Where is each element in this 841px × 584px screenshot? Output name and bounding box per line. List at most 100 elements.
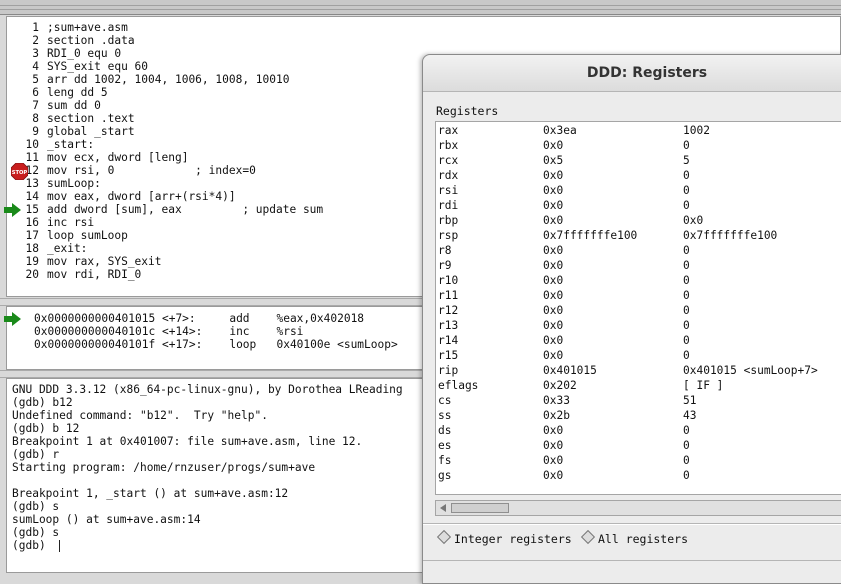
register-natural-value: 0	[683, 334, 690, 347]
dialog-separator	[423, 523, 841, 525]
line-number: 14	[25, 190, 39, 203]
register-raw-value: 0x0	[543, 319, 564, 332]
register-name: rbp	[438, 214, 459, 227]
register-row[interactable]: es 0x0 0	[436, 438, 841, 453]
register-name: eflags	[438, 379, 479, 392]
source-code: RDI_0 equ 0	[47, 47, 122, 60]
register-row[interactable]: rip 0x401015 0x401015 <sumLoop+7>	[436, 363, 841, 378]
source-code: mov rdi, RDI_0	[47, 268, 142, 281]
register-row[interactable]: rax 0x3ea 1002	[436, 123, 841, 138]
source-code: sum dd 0	[47, 99, 101, 112]
console-line: (gdb) b 12	[12, 422, 80, 435]
all-registers-radio[interactable]: All registers	[580, 529, 688, 547]
register-row[interactable]: cs 0x33 51	[436, 393, 841, 408]
register-row[interactable]: rdi 0x0 0	[436, 198, 841, 213]
register-row[interactable]: r10 0x0 0	[436, 273, 841, 288]
register-natural-value: 0	[683, 199, 690, 212]
register-natural-value: 0	[683, 469, 690, 482]
source-code: arr dd 1002, 1004, 1006, 1008, 10010	[47, 73, 290, 86]
source-code: inc rsi	[47, 216, 95, 229]
register-row[interactable]: r15 0x0 0	[436, 348, 841, 363]
register-name: rsi	[438, 184, 459, 197]
register-raw-value: 0x0	[543, 439, 564, 452]
execution-arrow-icon	[4, 312, 21, 326]
register-row[interactable]: r13 0x0 0	[436, 318, 841, 333]
register-natural-value: 0x0	[683, 214, 704, 227]
register-raw-value: 0x0	[543, 304, 564, 317]
register-row[interactable]: rbp 0x0 0x0	[436, 213, 841, 228]
console-line: Breakpoint 1 at 0x401007: file sum+ave.a…	[12, 435, 363, 448]
register-name: cs	[438, 394, 452, 407]
console-line: Undefined command: "b12". Try "help".	[12, 409, 268, 422]
register-name: rdx	[438, 169, 459, 182]
stop-sign-icon[interactable]: STOP	[11, 163, 28, 180]
register-name: r12	[438, 304, 459, 317]
register-row[interactable]: r11 0x0 0	[436, 288, 841, 303]
line-number: 6	[32, 86, 39, 99]
register-natural-value: [ IF ]	[683, 379, 724, 392]
register-natural-value: 0	[683, 169, 690, 182]
register-name: es	[438, 439, 452, 452]
scroll-left-icon[interactable]	[436, 501, 450, 515]
svg-text:STOP: STOP	[12, 170, 28, 176]
source-code: ;sum+ave.asm	[47, 21, 128, 34]
source-line[interactable]: 2 section .data	[7, 34, 807, 47]
machine-code-line[interactable]: 0x0000000000401015 <+7>: add %eax,0x4020…	[34, 312, 364, 325]
register-row[interactable]: r12 0x0 0	[436, 303, 841, 318]
register-row[interactable]: gs 0x0 0	[436, 468, 841, 483]
source-code: mov ecx, dword [leng]	[47, 151, 189, 164]
register-row[interactable]: rdx 0x0 0	[436, 168, 841, 183]
register-raw-value: 0x401015	[543, 364, 597, 377]
register-name: r10	[438, 274, 459, 287]
register-name: r8	[438, 244, 452, 257]
line-number: 10	[25, 138, 39, 151]
console-line: Starting program: /home/rnzuser/progs/su…	[12, 461, 316, 474]
line-number: 17	[25, 229, 39, 242]
register-natural-value: 0x7fffffffe100	[683, 229, 778, 242]
integer-registers-label: Integer registers	[454, 532, 572, 546]
machine-code-line[interactable]: 0x000000000040101f <+17>: loop 0x40100e …	[34, 338, 398, 351]
registers-list[interactable]: rax 0x3ea 1002 rbx 0x0 0 rcx 0x5 5 rdx 0x0 0 rsi 0x0 0…	[435, 121, 841, 495]
line-number: 1	[32, 21, 39, 34]
register-row[interactable]: rbx 0x0 0	[436, 138, 841, 153]
line-number: 3	[32, 47, 39, 60]
integer-registers-radio[interactable]: Integer registers	[436, 529, 572, 547]
scrollbar-thumb[interactable]	[451, 503, 509, 513]
register-natural-value: 0	[683, 184, 690, 197]
source-line[interactable]: 1 ;sum+ave.asm	[7, 21, 807, 34]
line-number: 7	[32, 99, 39, 112]
register-name: r14	[438, 334, 459, 347]
radio-diamond-icon	[580, 529, 596, 545]
register-row[interactable]: r14 0x0 0	[436, 333, 841, 348]
register-row[interactable]: rsp 0x7fffffffe100 0x7fffffffe100	[436, 228, 841, 243]
register-row[interactable]: rsi 0x0 0	[436, 183, 841, 198]
register-row[interactable]: r9 0x0 0	[436, 258, 841, 273]
register-natural-value: 0	[683, 304, 690, 317]
dialog-title[interactable]: DDD: Registers	[423, 55, 841, 92]
register-raw-value: 0x0	[543, 289, 564, 302]
register-raw-value: 0x0	[543, 184, 564, 197]
register-row[interactable]: r8 0x0 0	[436, 243, 841, 258]
register-name: rsp	[438, 229, 459, 242]
register-raw-value: 0x0	[543, 424, 564, 437]
register-raw-value: 0x0	[543, 334, 564, 347]
register-row[interactable]: ss 0x2b 43	[436, 408, 841, 423]
source-code: mov rax, SYS_exit	[47, 255, 162, 268]
registers-dialog[interactable]: DDD: Registers Registers rax 0x3ea 1002 rbx…	[422, 54, 841, 584]
line-number: 19	[25, 255, 39, 268]
line-number: 18	[25, 242, 39, 255]
console-line: (gdb) b12	[12, 396, 73, 409]
source-code: section .data	[47, 34, 135, 47]
source-code: _exit:	[47, 242, 88, 255]
register-row[interactable]: ds 0x0 0	[436, 423, 841, 438]
register-natural-value: 51	[683, 394, 697, 407]
source-code: sumLoop:	[47, 177, 101, 190]
register-row[interactable]: rcx 0x5 5	[436, 153, 841, 168]
horizontal-scrollbar[interactable]	[435, 500, 841, 516]
register-row[interactable]: eflags 0x202 [ IF ]	[436, 378, 841, 393]
register-raw-value: 0x0	[543, 349, 564, 362]
source-code: leng dd 5	[47, 86, 108, 99]
source-code: mov eax, dword [arr+(rsi*4)]	[47, 190, 236, 203]
machine-code-line[interactable]: 0x000000000040101c <+14>: inc %rsi	[34, 325, 303, 338]
register-row[interactable]: fs 0x0 0	[436, 453, 841, 468]
